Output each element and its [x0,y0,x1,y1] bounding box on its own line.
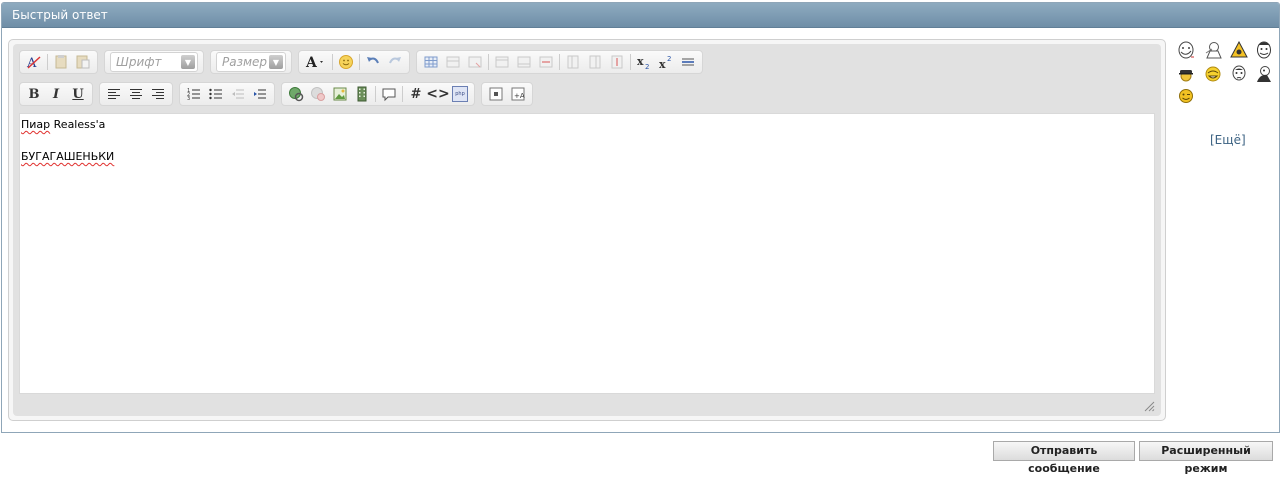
toolbar-group-size: Размер ▼ [210,50,292,74]
indent-icon[interactable] [249,84,271,104]
php-icon[interactable]: php [449,84,471,104]
editor-line [21,133,1153,149]
editor-line: БУГАГАШЕНЬКИ [21,149,1153,165]
align-left-icon[interactable] [103,84,125,104]
misspelled-word: БУГАГАШЕНЬКИ [21,150,115,163]
font-size-toggle-icon[interactable]: +A [507,84,529,104]
toolbar-group-media: # <> php [281,82,475,106]
toolbar-group-table: x2 x2 [416,50,703,74]
svg-text:2: 2 [667,55,671,63]
submit-button[interactable]: Отправить сообщение [993,441,1135,475]
paste-icon[interactable] [50,52,72,72]
more-smilies-link[interactable]: [Ещё] [1210,133,1246,147]
code-icon[interactable]: <> [426,84,449,104]
text-color-icon[interactable]: A [302,52,330,72]
table-icon[interactable] [420,52,442,72]
yellow-grin-icon[interactable] [1204,65,1222,83]
editor-container: A Шрифт ▼ Размер ▼ A x 2 x 2 B I U 1 2 3… [13,44,1161,416]
yao-ming-icon[interactable] [1255,41,1273,59]
table-properties-icon[interactable] [442,52,464,72]
redo-icon[interactable] [384,52,406,72]
video-icon[interactable] [351,84,373,104]
delete-table-icon[interactable] [464,52,486,72]
advanced-mode-button[interactable]: Расширенный режим [1139,441,1273,475]
resize-handle-icon[interactable] [1143,400,1155,412]
toolbar-row-2: B I U 123 # <> php +A [19,82,533,106]
quote-icon[interactable] [378,84,400,104]
toolbar-group-clipboard: A [19,50,98,74]
toolbar-group-extra: +A [481,82,533,106]
toolbar-group-color: A [298,50,410,74]
svg-text:x: x [637,55,644,68]
delete-column-icon[interactable] [606,52,628,72]
image-icon[interactable] [329,84,351,104]
svg-text:A: A [305,55,318,70]
hash-icon[interactable]: # [405,84,427,104]
spoiler-icon[interactable] [485,84,507,104]
yellow-wink-icon[interactable] [1177,87,1195,105]
bullet-list-icon[interactable] [205,84,227,104]
italic-icon[interactable]: I [45,84,67,104]
numbered-list-icon[interactable]: 123 [183,84,205,104]
toolbar-group-font: Шрифт ▼ [104,50,204,74]
toolbar-group-align [99,82,173,106]
insert-column-after-icon[interactable] [584,52,606,72]
svg-text:A: A [26,56,37,70]
svg-text:2: 2 [645,63,649,70]
forever-alone-icon[interactable] [1230,65,1248,83]
message-editor[interactable]: Пиар Realess'a БУГАГАШЕНЬКИ [19,113,1155,394]
smiley-icon[interactable] [335,52,357,72]
align-center-icon[interactable] [125,84,147,104]
svg-text:3: 3 [187,96,190,102]
link-icon[interactable] [285,84,307,104]
spy-smiley-icon[interactable] [1177,65,1195,83]
php-label: php [452,86,468,102]
insert-row-before-icon[interactable] [491,52,513,72]
bold-icon[interactable]: B [23,84,45,104]
quick-reply-panel: Быстрый ответ A Шрифт ▼ Размер ▼ A x 2 x… [1,2,1280,433]
chevron-down-icon: ▼ [181,55,195,69]
misspelled-word: Пиар [21,118,51,131]
subscript-icon[interactable]: x2 [633,52,655,72]
toolbar-row-1: A Шрифт ▼ Размер ▼ A x 2 x 2 [19,50,703,74]
align-right-icon[interactable] [147,84,169,104]
editor-line: Пиар Realess'a [21,117,1153,133]
outdent-icon[interactable] [227,84,249,104]
toolbar-group-style: B I U [19,82,93,106]
insert-column-before-icon[interactable] [562,52,584,72]
troll-face-icon[interactable] [1177,41,1195,59]
svg-text:+A: +A [514,92,525,100]
font-combo[interactable]: Шрифт ▼ [110,52,198,72]
warning-sign-icon[interactable] [1230,41,1248,59]
svg-text:x: x [659,58,666,70]
chevron-down-icon: ▼ [269,55,283,69]
undo-icon[interactable] [362,52,384,72]
insert-row-after-icon[interactable] [513,52,535,72]
unlink-icon[interactable] [307,84,329,104]
rage-guy-icon[interactable] [1255,65,1273,83]
underline-icon[interactable]: U [67,84,89,104]
editor-frame: A Шрифт ▼ Размер ▼ A x 2 x 2 B I U 1 2 3… [8,39,1166,421]
toolbar-group-lists: 123 [179,82,275,106]
cereal-guy-icon[interactable] [1204,41,1222,59]
horizontal-rule-icon[interactable] [677,52,699,72]
editor-text: Realess'a [50,118,106,131]
paste-text-icon[interactable] [72,52,94,72]
panel-title: Быстрый ответ [2,3,1279,28]
size-combo[interactable]: Размер ▼ [216,52,286,72]
delete-row-icon[interactable] [535,52,557,72]
remove-format-icon[interactable]: A [23,52,45,72]
superscript-icon[interactable]: x2 [655,52,677,72]
